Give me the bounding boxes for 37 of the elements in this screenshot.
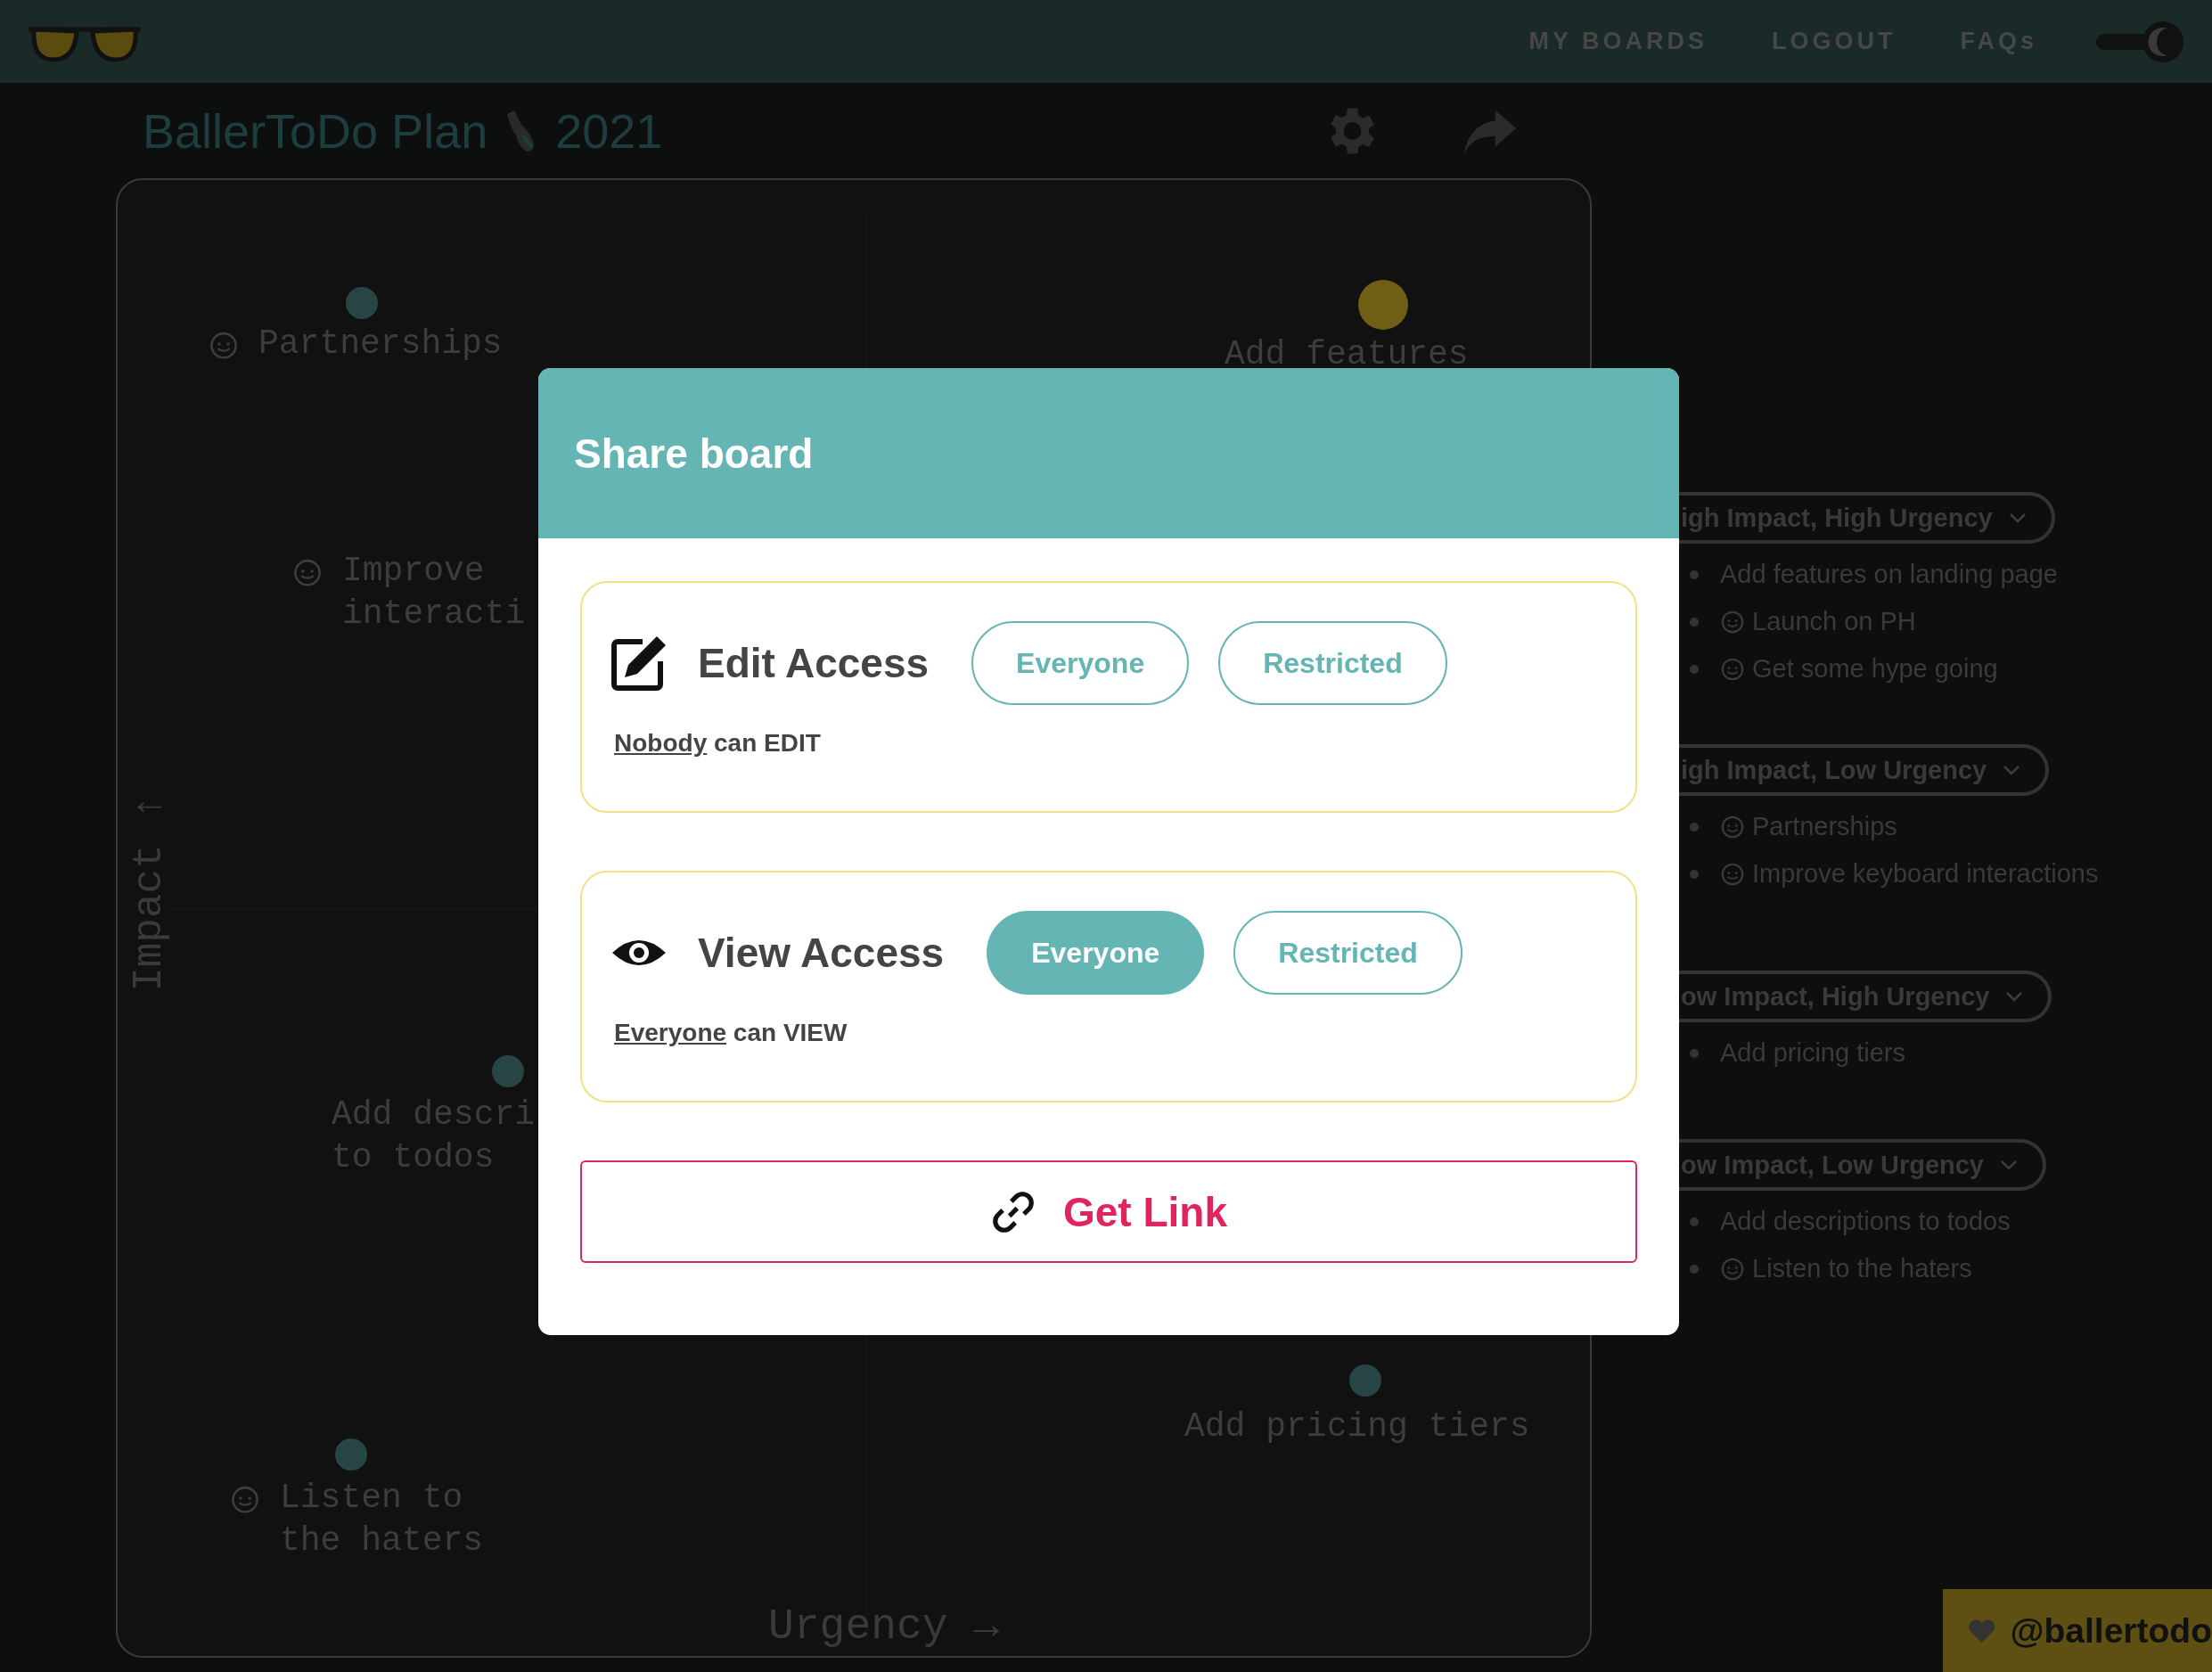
access-option[interactable]: Restricted [1218,621,1447,705]
emoji-icon [1720,861,1745,887]
bullet-icon [1690,1048,1699,1058]
todo-dot[interactable] [346,287,378,319]
bullet-icon [1690,822,1699,832]
bullet-icon [1690,1217,1699,1226]
emoji-icon [1720,609,1745,635]
who-link[interactable]: Nobody [614,729,708,757]
access-option[interactable]: Everyone [971,621,1190,705]
bullet-icon [1690,570,1699,579]
access-title: Edit Access [698,639,930,687]
todo-dot[interactable] [1358,280,1408,330]
access-option[interactable]: Restricted [1233,911,1462,995]
emoji-icon [1720,656,1745,682]
bullet-icon [1690,869,1699,879]
chevron-down-icon [2000,1160,2018,1170]
access-option[interactable]: Everyone [987,911,1205,995]
who-link[interactable]: Everyone [614,1019,727,1046]
edit-icon [610,635,668,692]
bullet-icon [1690,1264,1699,1274]
access-title: View Access [698,929,945,977]
emoji-icon [1720,1256,1745,1282]
access-summary: Everyone can VIEW [614,1019,848,1047]
todo-dot[interactable] [1349,1365,1381,1397]
todo-dot[interactable] [335,1438,367,1471]
todo-dot[interactable] [492,1055,524,1087]
twitter-badge[interactable]: @ballertodo [1943,1589,2212,1672]
chevron-down-icon [2005,991,2024,1002]
access-summary: Nobody can EDIT [614,729,822,758]
get-link-button[interactable]: Get Link [580,1160,1637,1263]
dialog-title: Share board [574,429,814,478]
dark-mode-toggle[interactable] [2096,19,2185,64]
chevron-down-icon [2008,512,2027,523]
chevron-down-icon [2003,765,2021,775]
emoji-icon [1720,814,1745,840]
bullet-icon [1690,617,1699,627]
bullet-icon [1690,664,1699,674]
